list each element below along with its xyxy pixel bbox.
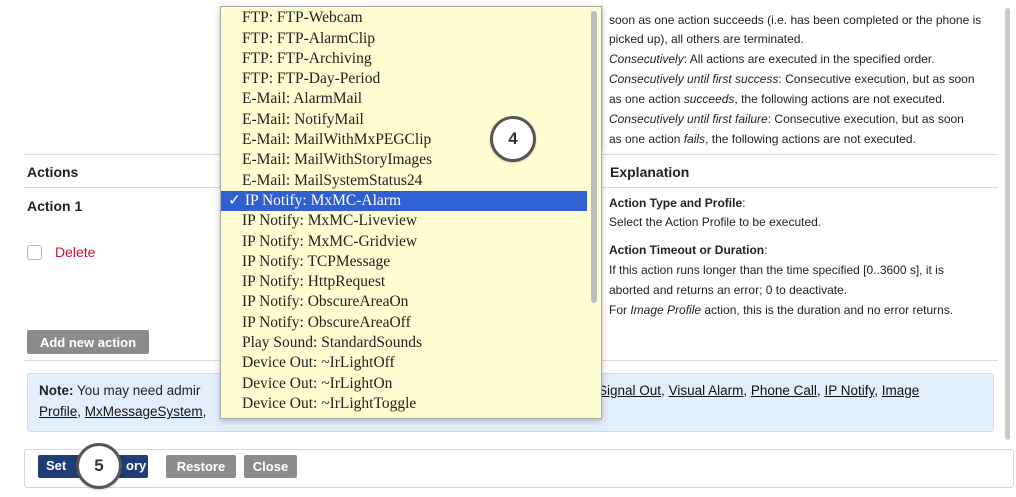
dropdown-option[interactable]: E-Mail: AlarmMail [221, 89, 587, 109]
explanation-line: Consecutively until first failure: Conse… [609, 112, 964, 126]
explanation-line: Consecutively: All actions are executed … [609, 52, 935, 66]
note-links: Signal Out, Visual Alarm, Phone Call, IP… [598, 383, 920, 398]
dropdown-option[interactable]: IP Notify: MxMC-Gridview [221, 232, 587, 252]
link-visual-alarm[interactable]: Visual Alarm [669, 383, 744, 398]
explanation-line: If this action runs longer than the time… [609, 263, 944, 277]
dropdown-option[interactable]: IP Notify: TCPMessage [221, 252, 587, 272]
callout-4: 4 [490, 116, 536, 162]
dropdown-option[interactable]: E-Mail: MailSystemStatus24 [221, 171, 587, 191]
delete-row: Delete [27, 244, 95, 260]
dropdown-option[interactable]: IP Notify: ObscureAreaOn [221, 292, 587, 312]
note-label: Note: [39, 383, 74, 398]
explanation-line: Action Timeout or Duration: [609, 243, 768, 257]
close-button[interactable]: Close [244, 455, 297, 478]
explanation-line: Consecutively until first success: Conse… [609, 72, 975, 86]
explanation-line: Select the Action Profile to be executed… [609, 215, 822, 229]
dropdown-option[interactable]: Device Out: ~IrLightToggle [221, 394, 587, 414]
explanation-line: as one action fails, the following actio… [609, 132, 916, 146]
actions-header: Actions [27, 164, 79, 180]
delete-checkbox[interactable] [27, 244, 42, 260]
dropdown-option[interactable]: IP Notify: MxMC-Liveview [221, 211, 587, 231]
link-image[interactable]: Image [882, 383, 920, 398]
column-divider [602, 0, 603, 150]
dropdown-option[interactable]: FTP: FTP-AlarmClip [221, 29, 587, 49]
dropdown-option[interactable]: IP Notify: ObscureAreaOff [221, 313, 587, 333]
add-action-button[interactable]: Add new action [27, 330, 149, 354]
action-profile-dropdown[interactable]: FTP: FTP-Webcam FTP: FTP-AlarmClip FTP: … [220, 6, 602, 419]
dropdown-option[interactable]: E-Mail: MailWithStoryImages [221, 150, 587, 170]
dropdown-option[interactable]: Device Out: ~IrLightOn [221, 374, 587, 394]
note-line-2: Profile, MxMessageSystem, [39, 404, 207, 419]
link-profile[interactable]: Profile [39, 404, 77, 419]
explanation-line: picked up), all others are terminated. [609, 32, 804, 46]
explanation-line: soon as one action succeeds (i.e. has be… [609, 13, 982, 27]
dropdown-option[interactable]: FTP: FTP-Archiving [221, 49, 587, 69]
explanation-line: aborted and returns an error; 0 to deact… [609, 283, 848, 297]
dropdown-option[interactable]: FTP: FTP-Webcam [221, 8, 587, 28]
set-label: Set [46, 458, 67, 473]
explanation-line: For Image Profile action, this is the du… [609, 303, 954, 317]
restore-button[interactable]: Restore [166, 455, 236, 478]
action-label: Action 1 [27, 198, 83, 214]
link-mxmessagesystem[interactable]: MxMessageSystem [85, 404, 203, 419]
dropdown-option[interactable]: Play Sound: StandardSounds [221, 333, 587, 353]
dropdown-option-selected[interactable]: ✓ IP Notify: MxMC-Alarm [221, 191, 587, 212]
note-line-1: Note: You may need admir [39, 383, 200, 398]
dropdown-option[interactable]: IP Notify: HttpRequest [221, 272, 587, 292]
link-ip-notify[interactable]: IP Notify [824, 383, 874, 398]
factory-label: ory [126, 458, 147, 473]
delete-label: Delete [55, 244, 96, 260]
callout-5: 5 [76, 443, 122, 489]
explanation-line: as one action succeeds, the following ac… [609, 92, 946, 106]
note-text: You may need admir [73, 383, 201, 398]
dropdown-scrollbar[interactable] [591, 11, 597, 303]
dropdown-option[interactable]: FTP: FTP-Day-Period [221, 69, 587, 89]
link-phone-call[interactable]: Phone Call [751, 383, 817, 398]
dropdown-option[interactable]: Device Out: ~IrLightOff [221, 353, 587, 373]
page-scrollbar[interactable] [1005, 8, 1010, 440]
link-signal-out[interactable]: Signal Out [598, 383, 661, 398]
explanation-header: Explanation [610, 164, 690, 180]
explanation-line: Action Type and Profile: [609, 196, 746, 210]
